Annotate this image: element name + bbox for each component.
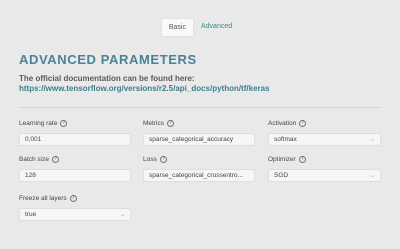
learning-rate-value: 0,001: [25, 136, 42, 143]
question-circle-icon[interactable]: ?: [60, 120, 68, 127]
chevron-down-icon: ⌄: [369, 137, 375, 143]
question-circle-icon[interactable]: ?: [159, 156, 167, 163]
freeze-all-layers-value: true: [25, 211, 37, 218]
optimizer-value: SGD: [274, 172, 289, 179]
question-circle-icon[interactable]: ?: [298, 156, 306, 163]
question-circle-icon[interactable]: ?: [166, 120, 174, 127]
activation-select[interactable]: softmax ⌄: [268, 133, 381, 146]
learning-rate-input[interactable]: 0,001: [19, 133, 131, 146]
activation-field: Activation ? softmax ⌄: [268, 119, 381, 146]
freeze-all-layers-select[interactable]: true ⌄: [19, 208, 131, 221]
mode-tabs: Basic Advanced: [0, 18, 400, 37]
metrics-field: Metrics ? sparse_categorical_accuracy: [143, 119, 255, 146]
activation-label: Activation: [268, 120, 297, 127]
batch-size-value: 128: [25, 172, 36, 179]
learning-rate-label: Learning rate: [19, 120, 58, 127]
question-circle-icon[interactable]: ?: [69, 195, 77, 202]
activation-value: softmax: [274, 136, 297, 143]
learning-rate-field: Learning rate ? 0,001: [19, 119, 131, 146]
batch-size-field: Batch size ? 128: [19, 155, 131, 182]
freeze-all-layers-label: Freeze all layers: [19, 195, 67, 202]
optimizer-field: Optimizer ? SGD ⌄: [268, 155, 381, 182]
metrics-select[interactable]: sparse_categorical_accuracy: [143, 133, 255, 146]
freeze-all-layers-field: Freeze all layers ? true ⌄: [19, 194, 131, 221]
optimizer-select[interactable]: SGD ⌄: [268, 169, 381, 182]
loss-value: sparse_categorical_crossentro...: [149, 172, 243, 179]
metrics-value: sparse_categorical_accuracy: [149, 136, 234, 143]
optimizer-label: Optimizer: [268, 156, 296, 163]
section-title: ADVANCED PARAMETERS: [19, 52, 197, 67]
tab-advanced[interactable]: Advanced: [194, 18, 239, 37]
documentation-link[interactable]: https://www.tensorflow.org/versions/r2.5…: [19, 84, 270, 93]
loss-field: Loss ? sparse_categorical_crossentro...: [143, 155, 255, 182]
batch-size-label: Batch size: [19, 156, 49, 163]
documentation-text: The official documentation can be found …: [19, 74, 195, 83]
chevron-down-icon: ⌄: [119, 212, 125, 218]
question-circle-icon[interactable]: ?: [52, 156, 59, 163]
loss-select[interactable]: sparse_categorical_crossentro...: [143, 169, 255, 182]
loss-label: Loss: [143, 156, 157, 163]
chevron-down-icon: ⌄: [369, 173, 375, 179]
batch-size-input[interactable]: 128: [19, 169, 131, 182]
tab-basic[interactable]: Basic: [160, 18, 194, 37]
metrics-label: Metrics: [143, 120, 164, 127]
question-circle-icon[interactable]: ?: [299, 120, 307, 127]
section-divider: [19, 107, 381, 108]
